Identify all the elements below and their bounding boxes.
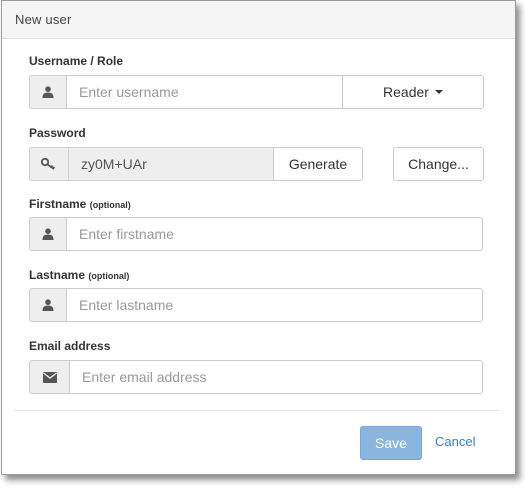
firstname-optional-note: (optional) — [89, 200, 131, 210]
dialog-header: New user — [2, 1, 515, 39]
firstname-input[interactable]: Enter firstname — [67, 217, 483, 251]
firstname-group: Enter firstname — [29, 217, 483, 251]
role-dropdown[interactable]: Reader — [342, 75, 484, 109]
dialog-title: New user — [15, 12, 72, 27]
role-dropdown-value: Reader — [383, 84, 429, 100]
username-role-label-text: Username / Role — [29, 54, 124, 68]
password-label: Password — [29, 126, 86, 140]
username-addon — [29, 75, 67, 109]
email-label-text: Email address — [29, 339, 111, 353]
change-password-button[interactable]: Change... — [393, 147, 484, 181]
email-input[interactable]: Enter email address — [70, 360, 483, 394]
save-button[interactable]: Save — [360, 426, 422, 460]
password-input[interactable]: zy0M+UAr — [69, 147, 274, 181]
username-group: Enter username Reader — [29, 75, 484, 109]
user-icon — [42, 228, 54, 240]
email-label: Email address — [29, 339, 110, 353]
lastname-label-text: Lastname — [29, 268, 86, 282]
lastname-label: Lastname (optional) — [29, 268, 129, 282]
username-role-label: Username / Role — [29, 54, 123, 68]
cancel-link[interactable]: Cancel — [435, 434, 475, 449]
email-addon — [29, 360, 70, 394]
user-icon — [42, 299, 54, 311]
lastname-input[interactable]: Enter lastname — [67, 288, 483, 322]
generate-button[interactable]: Generate — [273, 147, 363, 181]
lastname-optional-note: (optional) — [88, 271, 130, 281]
password-group: zy0M+UAr Generate — [29, 147, 363, 181]
envelope-icon — [42, 371, 57, 383]
email-group: Enter email address — [29, 360, 483, 394]
lastname-group: Enter lastname — [29, 288, 483, 322]
new-user-dialog: New user Username / Role Enter username … — [1, 0, 516, 475]
firstname-label: Firstname (optional) — [29, 197, 131, 211]
caret-down-icon — [434, 90, 443, 94]
username-input[interactable]: Enter username — [67, 75, 343, 109]
user-icon — [42, 86, 54, 98]
password-label-text: Password — [29, 126, 86, 140]
footer-divider — [14, 410, 500, 411]
firstname-label-text: Firstname — [29, 197, 87, 211]
firstname-addon — [29, 217, 67, 251]
key-icon — [41, 158, 56, 170]
password-addon — [29, 147, 69, 181]
lastname-addon — [29, 288, 67, 322]
